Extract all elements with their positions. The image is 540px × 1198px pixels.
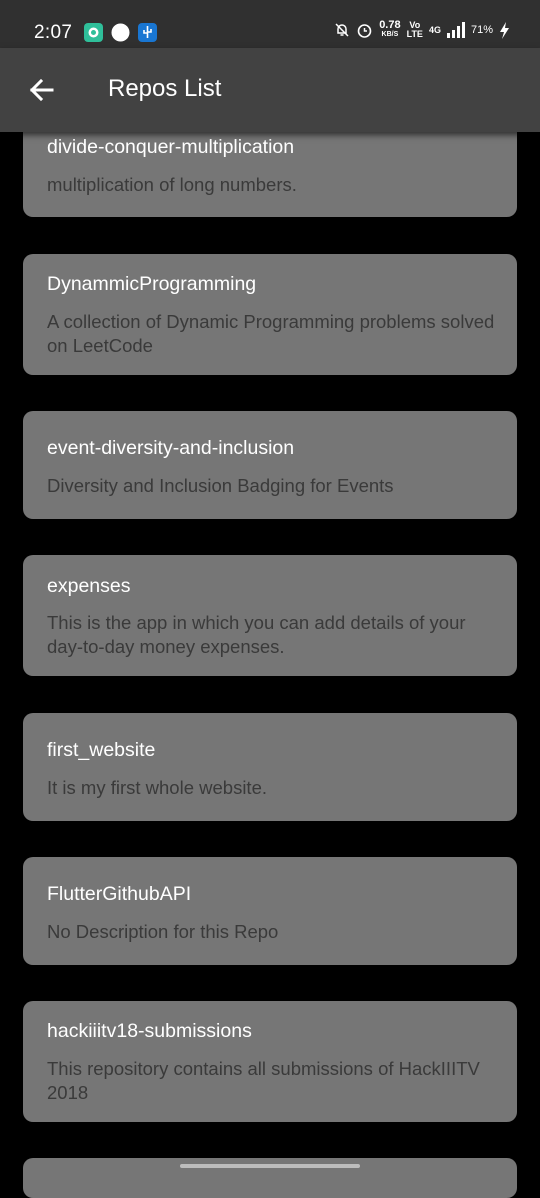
alarm-icon [357,23,372,38]
page-title: Repos List [108,75,222,102]
repo-description: It is my first whole website. [47,777,268,798]
app-bar: Repos List [0,48,540,132]
volte-indicator: Vo LTE [406,20,423,39]
repo-description: This is the app in which you can add det… [47,612,466,657]
repo-description: multiplication of long numbers. [47,174,297,195]
network-type: 4G [428,25,441,35]
circle-notification-icon [111,23,130,42]
repo-name: first_website [47,739,156,761]
repo-name: DynammicProgramming [47,273,257,295]
status-bar: 2:07 0.78 KB/S Vo LTE 4G 71% [0,0,540,48]
charging-bolt-icon [500,21,509,39]
gesture-nav-bar[interactable] [180,1164,360,1168]
status-time: 2:07 [34,22,73,43]
repo-name: hackiiitv18-submissions [47,1020,252,1042]
usb-icon [138,23,157,42]
repo-description: A collection of Dynamic Programming prob… [47,311,495,356]
battery-level: 71% [470,24,493,36]
repo-card[interactable]: DynammicProgramming A collection of Dyna… [23,254,517,375]
repo-description: This repository contains all submissions… [47,1058,480,1103]
notification-icons [84,23,157,42]
mute-bell-icon [335,23,349,37]
signal-icon [446,22,465,38]
repos-list[interactable]: divide-conquer-multiplication multiplica… [0,0,540,1198]
repo-card[interactable]: FlutterGithubAPI No Description for this… [23,857,517,965]
net-speed: 0.78 KB/S [379,19,401,39]
repo-name: expenses [47,575,131,597]
repo-card[interactable]: hackiiitv18-submissions This repository … [23,1001,517,1122]
messaging-app-icon [84,23,103,42]
status-right-icons: 0.78 KB/S Vo LTE 4G 71% [334,19,510,39]
repo-name: FlutterGithubAPI [47,883,192,905]
repo-name: divide-conquer-multiplication [47,136,295,158]
repo-description: No Description for this Repo [47,921,279,942]
back-button[interactable] [20,70,64,110]
repo-description: Diversity and Inclusion Badging for Even… [47,475,394,496]
repo-card[interactable]: expenses This is the app in which you ca… [23,555,517,676]
repo-card[interactable]: event-diversity-and-inclusion Diversity … [23,411,517,519]
repo-card[interactable]: first_website It is my first whole websi… [23,713,517,821]
arrow-back-icon [29,78,54,102]
repo-name: event-diversity-and-inclusion [47,437,295,459]
